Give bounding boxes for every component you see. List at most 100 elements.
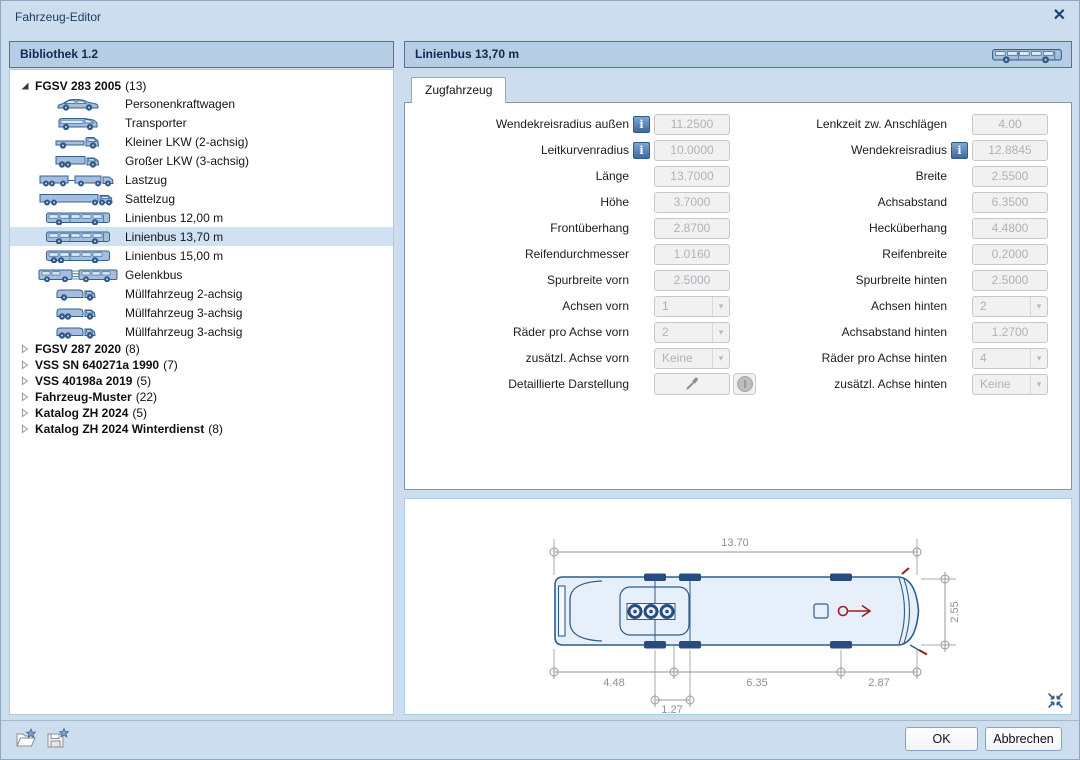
dim-wheelbase: 6.35 bbox=[746, 677, 767, 689]
tree-group-vss-40198a-2019[interactable]: VSS 40198a 2019(5) bbox=[10, 373, 393, 389]
field-label: Breite bbox=[697, 169, 947, 183]
tree-item-label: Personenkraftwagen bbox=[125, 97, 235, 111]
collapse-icon[interactable] bbox=[20, 81, 32, 91]
expand-icon[interactable] bbox=[20, 344, 32, 354]
tree-item-gro-er-lkw-3-achsig[interactable]: Großer LKW (3-achsig) bbox=[10, 151, 393, 170]
truck-2axle-icon bbox=[38, 134, 118, 149]
tree-group-katalog-zh-2024-winterdienst[interactable]: Katalog ZH 2024 Winterdienst(8) bbox=[10, 421, 393, 437]
car-icon bbox=[38, 96, 118, 111]
tree-group-fgsv-283-2005[interactable]: FGSV 283 2005(13) bbox=[10, 78, 393, 94]
zus-tzl-achse-hinten-select: Keine▾ bbox=[972, 374, 1048, 395]
tree-group-label: Katalog ZH 2024 bbox=[35, 406, 128, 420]
tree-item-m-llfahrzeug-3-achsig[interactable]: Müllfahrzeug 3-achsig bbox=[10, 303, 393, 322]
tree-group-label: Fahrzeug-Muster bbox=[35, 390, 132, 404]
info-icon[interactable]: i bbox=[633, 142, 650, 159]
info-icon[interactable]: i bbox=[633, 116, 650, 133]
dim-rear-overhang: 4.48 bbox=[603, 677, 624, 689]
field-label: Lenkzeit zw. Anschlägen bbox=[697, 117, 947, 131]
field-label: Hecküberhang bbox=[697, 221, 947, 235]
tree-item-personenkraftwagen[interactable]: Personenkraftwagen bbox=[10, 94, 393, 113]
ok-button[interactable]: OK bbox=[905, 727, 978, 751]
tree-item-linienbus-12-00-m[interactable]: Linienbus 12,00 m bbox=[10, 208, 393, 227]
field-label: Achsen vorn bbox=[407, 299, 629, 313]
van-icon bbox=[38, 115, 118, 130]
tree-item-lastzug[interactable]: Lastzug bbox=[10, 170, 393, 189]
vehicle-drawing-panel: 13.70 2.55 4.48 6.35 2.87 1.27 bbox=[404, 498, 1072, 715]
tab-zugfahrzeug[interactable]: Zugfahrzeug bbox=[411, 77, 506, 103]
truck-3axle-icon bbox=[38, 153, 118, 168]
expand-icon[interactable] bbox=[20, 408, 32, 418]
form-row-wendekreisradius: Wendekreisradius i12.8845 bbox=[697, 137, 1048, 163]
cancel-button[interactable]: Abbrechen bbox=[985, 727, 1062, 751]
form-row-zus-tzl-achse-hinten: zusätzl. Achse hintenKeine▾ bbox=[697, 371, 1048, 397]
heck-berhang-field: 4.4800 bbox=[972, 218, 1048, 239]
expand-icon[interactable] bbox=[20, 424, 32, 434]
wendekreisradius-field: 12.8845 bbox=[972, 140, 1048, 161]
dim-rear-axle-spacing: 1.27 bbox=[661, 704, 682, 714]
achsabstand-field: 6.3500 bbox=[972, 192, 1048, 213]
expand-icon[interactable] bbox=[20, 360, 32, 370]
bus-icon bbox=[38, 210, 118, 225]
tree-group-count: (8) bbox=[208, 422, 223, 436]
footer-bar: OK Abbrechen bbox=[1, 720, 1079, 759]
tree-group-count: (5) bbox=[132, 406, 147, 420]
save-favorite-icon[interactable] bbox=[45, 727, 71, 751]
tree-item-linienbus-13-70-m[interactable]: Linienbus 13,70 m bbox=[10, 227, 393, 246]
form-row-lenkzeit-zw-anschl-gen: Lenkzeit zw. Anschlägen4.00 bbox=[697, 111, 1048, 137]
articulated-bus-icon bbox=[38, 267, 118, 282]
truck-trailer-icon bbox=[38, 172, 118, 187]
tree-item-label: Müllfahrzeug 3-achsig bbox=[125, 306, 242, 320]
tree-group-count: (8) bbox=[125, 342, 140, 356]
field-label: Achsen hinten bbox=[697, 299, 947, 313]
tree-item-m-llfahrzeug-3-achsig[interactable]: Müllfahrzeug 3-achsig bbox=[10, 322, 393, 341]
vehicle-form-panel: Wendekreisradius außeni11.2500Leitkurven… bbox=[404, 102, 1072, 490]
tree-item-label: Kleiner LKW (2-achsig) bbox=[125, 135, 248, 149]
field-label: Reifendurchmesser bbox=[407, 247, 629, 261]
field-label: Räder pro Achse hinten bbox=[697, 351, 947, 365]
tree-group-count: (7) bbox=[163, 358, 178, 372]
form-row-r-der-pro-achse-hinten: Räder pro Achse hinten4▾ bbox=[697, 345, 1048, 371]
tree-item-kleiner-lkw-2-achsig[interactable]: Kleiner LKW (2-achsig) bbox=[10, 132, 393, 151]
chevron-down-icon: ▾ bbox=[1030, 349, 1047, 368]
tree-item-transporter[interactable]: Transporter bbox=[10, 113, 393, 132]
field-label: Spurbreite hinten bbox=[697, 273, 947, 287]
tree-group-fgsv-287-2020[interactable]: FGSV 287 2020(8) bbox=[10, 341, 393, 357]
field-label: Spurbreite vorn bbox=[407, 273, 629, 287]
tree-group-vss-sn-640271a-1990[interactable]: VSS SN 640271a 1990 (7) bbox=[10, 357, 393, 373]
garbage-3axle-icon bbox=[38, 324, 118, 339]
form-row-achsabstand: Achsabstand6.3500 bbox=[697, 189, 1048, 215]
dim-length: 13.70 bbox=[721, 537, 749, 549]
bus-icon bbox=[991, 45, 1063, 73]
open-favorite-icon[interactable] bbox=[14, 727, 40, 751]
close-icon[interactable]: ✕ bbox=[1053, 7, 1066, 25]
select-value: 2 bbox=[973, 297, 1030, 316]
title-bar: Fahrzeug-Editor ✕ bbox=[1, 1, 1079, 33]
tree-group-label: VSS SN 640271a 1990 bbox=[35, 358, 159, 372]
bus-3axle-icon bbox=[38, 248, 118, 263]
chevron-down-icon: ▾ bbox=[1030, 375, 1047, 394]
tree-item-gelenkbus[interactable]: Gelenkbus bbox=[10, 265, 393, 284]
expand-icon[interactable] bbox=[20, 392, 32, 402]
tree-item-m-llfahrzeug-2-achsig[interactable]: Müllfahrzeug 2-achsig bbox=[10, 284, 393, 303]
tree-item-label: Großer LKW (3-achsig) bbox=[125, 154, 249, 168]
info-icon[interactable]: i bbox=[951, 142, 968, 159]
field-label: Länge bbox=[407, 169, 629, 183]
tree-item-label: Gelenkbus bbox=[125, 268, 182, 282]
form-row-achsabstand-hinten: Achsabstand hinten1.2700 bbox=[697, 319, 1048, 345]
vehicle-plan-drawing: 13.70 2.55 4.48 6.35 2.87 1.27 bbox=[405, 499, 1071, 714]
form-row-heck-berhang: Hecküberhang 4.4800 bbox=[697, 215, 1048, 241]
expand-icon[interactable] bbox=[20, 376, 32, 386]
zoom-to-fit-icon[interactable] bbox=[1047, 692, 1064, 709]
bus-plan-shape bbox=[555, 568, 927, 655]
dim-front-overhang: 2.87 bbox=[868, 677, 889, 689]
tree-item-label: Sattelzug bbox=[125, 192, 175, 206]
field-label: zusätzl. Achse vorn bbox=[407, 351, 629, 365]
chevron-down-icon: ▾ bbox=[1030, 297, 1047, 316]
tree-item-label: Müllfahrzeug 2-achsig bbox=[125, 287, 242, 301]
tree-item-sattelzug[interactable]: Sattelzug bbox=[10, 189, 393, 208]
tree-group-katalog-zh-2024[interactable]: Katalog ZH 2024 (5) bbox=[10, 405, 393, 421]
field-label: Wendekreisradius bbox=[697, 143, 947, 157]
tree-item-linienbus-15-00-m[interactable]: Linienbus 15,00 m bbox=[10, 246, 393, 265]
tree-group-label: FGSV 283 2005 bbox=[35, 79, 121, 93]
tree-group-fahrzeug-muster[interactable]: Fahrzeug-Muster(22) bbox=[10, 389, 393, 405]
